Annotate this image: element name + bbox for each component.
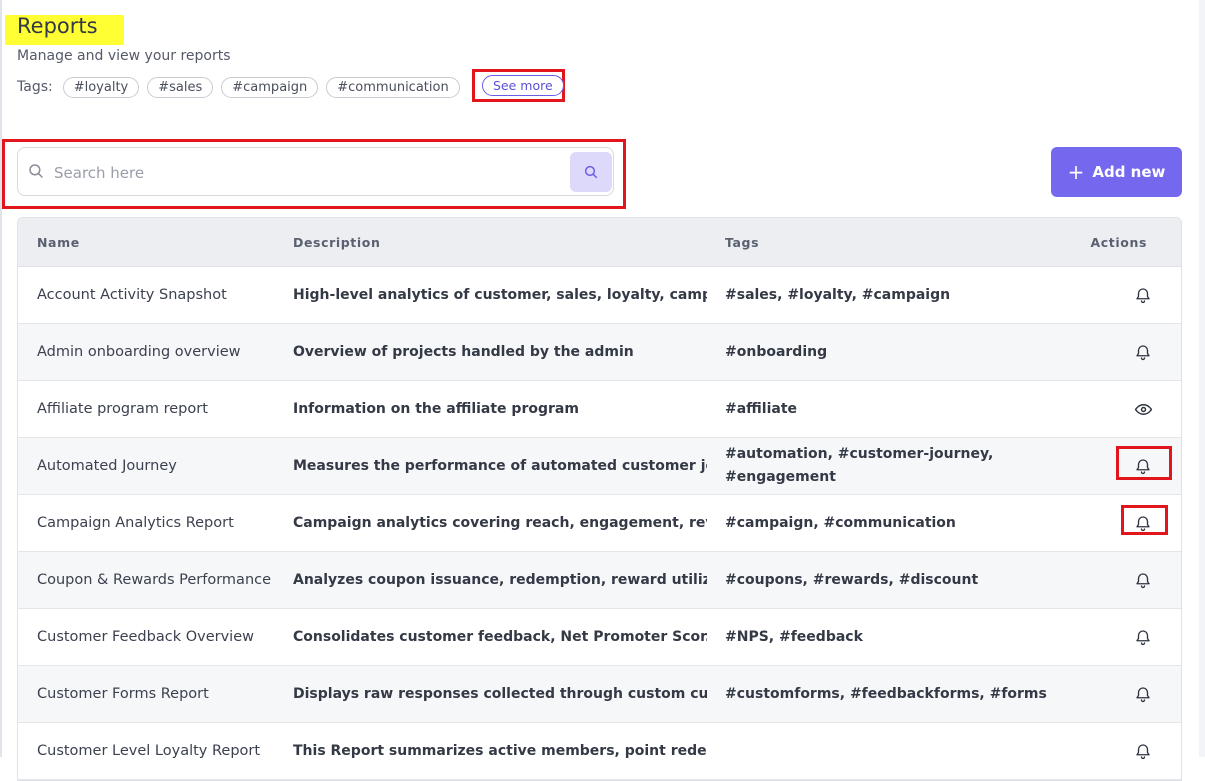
- row-description: Consolidates customer feedback, Net Prom…: [293, 629, 707, 645]
- bell-icon[interactable]: [1133, 627, 1153, 647]
- row-description: High-level analytics of customer, sales,…: [293, 287, 707, 303]
- row-name: Customer Level Loyalty Report: [37, 742, 261, 759]
- table-row[interactable]: Campaign Analytics Report Campaign analyt…: [18, 495, 1181, 552]
- tag-chip-sales[interactable]: #sales: [147, 76, 214, 98]
- row-description: Analyzes coupon issuance, redemption, re…: [293, 572, 707, 588]
- search-button[interactable]: [570, 152, 612, 192]
- row-actions: [1063, 342, 1181, 362]
- bell-icon[interactable]: [1133, 741, 1153, 761]
- tags-label: Tags:: [17, 79, 53, 95]
- row-tags: #coupons, #rewards, #discount: [725, 571, 979, 588]
- search-input[interactable]: [52, 160, 556, 186]
- column-header-description[interactable]: Description: [275, 235, 707, 250]
- search-icon: [29, 164, 43, 178]
- action-annotation-1: [1116, 446, 1172, 480]
- page-subtitle: Manage and view your reports: [17, 48, 231, 64]
- bell-icon[interactable]: [1133, 342, 1153, 362]
- row-name: Customer Feedback Overview: [37, 628, 254, 645]
- table-body: Account Activity Snapshot High-level anal…: [18, 267, 1181, 780]
- reports-table: Name Description Tags Actions Account Ac…: [17, 217, 1182, 781]
- row-name: Customer Forms Report: [37, 685, 209, 702]
- table-row[interactable]: Coupon & Rewards Performance Analyzes cou…: [18, 552, 1181, 609]
- add-new-button[interactable]: + Add new: [1051, 147, 1182, 197]
- row-tags: #sales, #loyalty, #campaign: [725, 286, 951, 303]
- row-tags: #NPS, #feedback: [725, 628, 863, 645]
- search-icon: [584, 165, 598, 179]
- table-row[interactable]: Account Activity Snapshot High-level anal…: [18, 267, 1181, 324]
- row-tags: #customforms, #feedbackforms, #forms: [725, 685, 1047, 702]
- row-actions: [1063, 684, 1181, 704]
- bell-icon[interactable]: [1133, 684, 1153, 704]
- page-left-border: [0, 0, 2, 757]
- table-row[interactable]: Automated Journey Measures the performanc…: [18, 438, 1181, 495]
- row-tags: #onboarding: [725, 343, 828, 360]
- row-description: Displays raw responses collected through…: [293, 686, 707, 702]
- plus-icon: +: [1067, 160, 1085, 184]
- row-tags: #affiliate: [725, 400, 798, 417]
- table-header: Name Description Tags Actions: [18, 218, 1181, 267]
- table-row[interactable]: Customer Feedback Overview Consolidates c…: [18, 609, 1181, 666]
- page-title: Reports: [17, 14, 98, 38]
- row-description: Campaign analytics covering reach, engag…: [293, 515, 707, 531]
- row-description: Overview of projects handled by the admi…: [293, 344, 634, 360]
- tags-filter-row: Tags: #loyalty #sales #campaign #communi…: [17, 74, 460, 100]
- row-tags: #automation, #customer-journey, #engagem…: [725, 446, 994, 485]
- bell-icon[interactable]: [1133, 570, 1153, 590]
- column-header-name[interactable]: Name: [18, 231, 275, 254]
- page-scrollbar-track[interactable]: [1199, 0, 1205, 757]
- row-name: Admin onboarding overview: [37, 343, 241, 360]
- tag-chip-loyalty[interactable]: #loyalty: [62, 76, 140, 98]
- row-name: Affiliate program report: [37, 400, 208, 417]
- eye-icon[interactable]: [1133, 399, 1153, 419]
- row-description: Measures the performance of automated cu…: [293, 458, 707, 474]
- column-header-actions: Actions: [1090, 234, 1147, 250]
- row-tags: #campaign, #communication: [725, 514, 956, 531]
- table-row[interactable]: Customer Forms Report Displays raw respon…: [18, 666, 1181, 723]
- row-actions: [1063, 741, 1181, 761]
- row-actions: [1063, 285, 1181, 305]
- action-annotation-2: [1121, 505, 1168, 535]
- row-actions: [1063, 570, 1181, 590]
- tag-chip-campaign[interactable]: #campaign: [221, 76, 319, 98]
- table-row[interactable]: Affiliate program report Information on t…: [18, 381, 1181, 438]
- column-header-tags[interactable]: Tags: [707, 231, 1063, 254]
- row-actions: [1063, 399, 1181, 419]
- table-row[interactable]: Admin onboarding overview Overview of pro…: [18, 324, 1181, 381]
- row-name: Coupon & Rewards Performance: [37, 571, 272, 588]
- row-name: Automated Journey: [37, 457, 177, 474]
- row-description: Information on the affiliate program: [293, 401, 579, 417]
- see-more-button[interactable]: See more: [482, 75, 564, 96]
- add-new-label: Add new: [1092, 163, 1166, 181]
- bell-icon[interactable]: [1133, 285, 1153, 305]
- row-name: Campaign Analytics Report: [37, 514, 234, 531]
- tag-chip-communication[interactable]: #communication: [326, 76, 460, 98]
- row-name: Account Activity Snapshot: [37, 286, 227, 303]
- table-row[interactable]: Customer Level Loyalty Report This Report…: [18, 723, 1181, 780]
- row-actions: [1063, 627, 1181, 647]
